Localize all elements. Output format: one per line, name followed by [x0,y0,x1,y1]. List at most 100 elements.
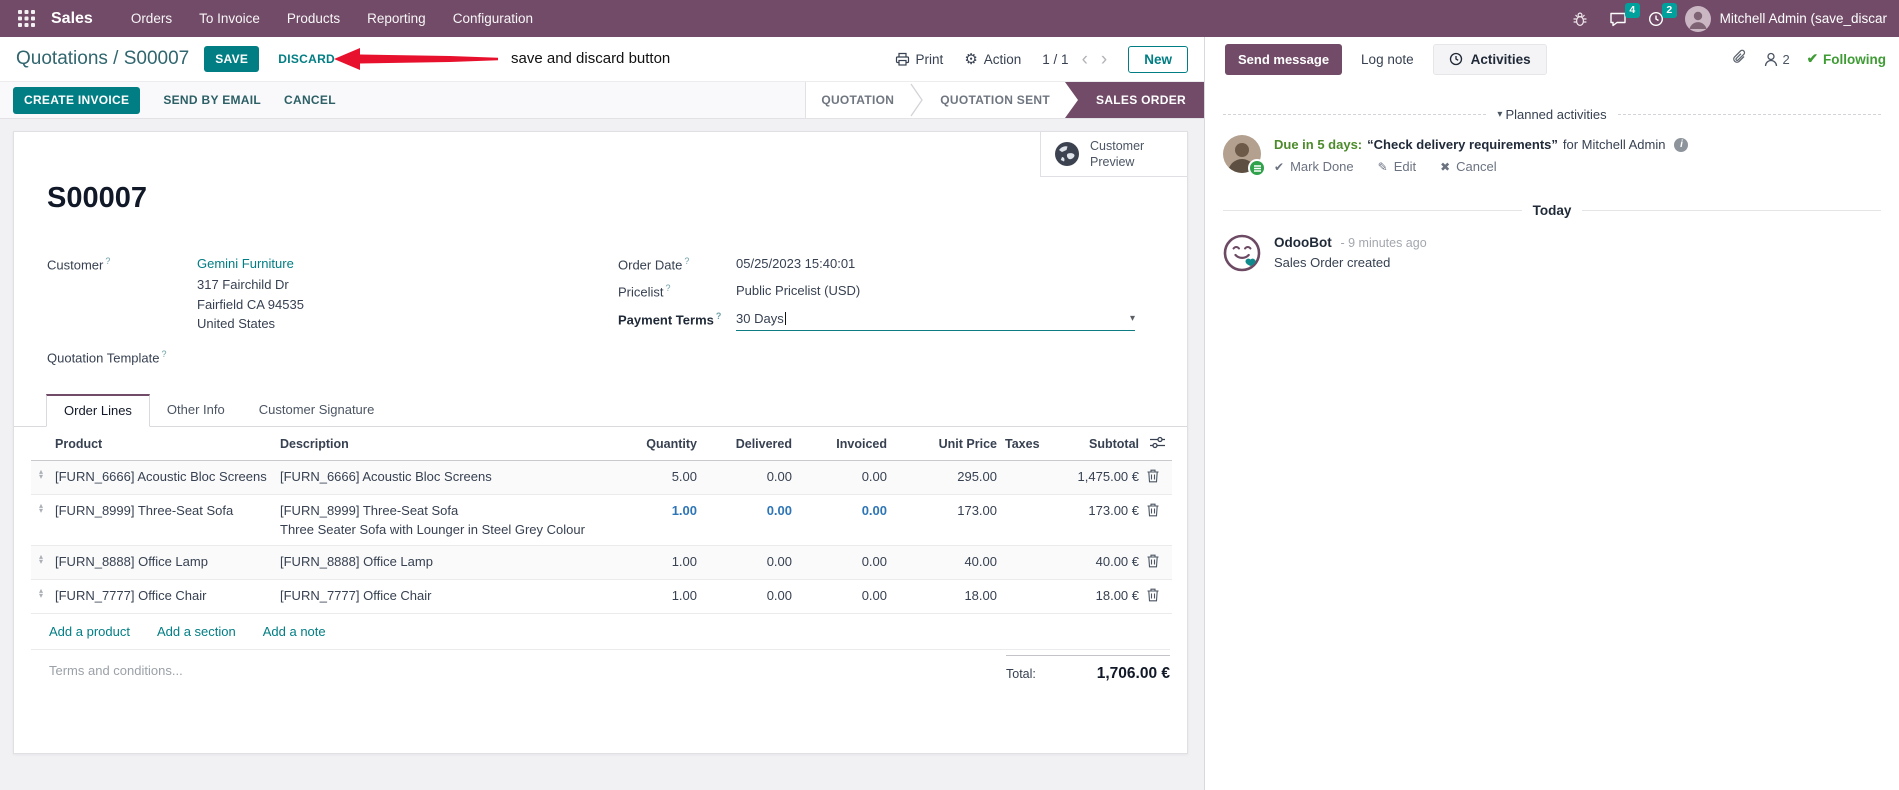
discard-button[interactable]: DISCARD [278,52,335,66]
chevron-down-icon[interactable]: ▾ [1130,313,1135,324]
new-button[interactable]: New [1128,45,1188,73]
cell-description[interactable]: [FURN_7777] Office Chair [276,579,596,614]
print-button[interactable]: Print [895,52,943,67]
info-icon[interactable]: i [1674,137,1689,152]
planned-activities-header[interactable]: ▾ Planned activities [1223,107,1881,122]
tab-customer-signature[interactable]: Customer Signature [242,394,392,426]
app-name[interactable]: Sales [51,10,93,28]
cell-quantity[interactable]: 1.00 [596,579,701,614]
cell-taxes[interactable] [1001,545,1056,580]
cell-unit-price[interactable]: 40.00 [891,545,1001,580]
drag-handle-icon[interactable]: ▴ ▾ [31,460,51,495]
cell-unit-price[interactable]: 295.00 [891,460,1001,495]
menu-reporting[interactable]: Reporting [367,11,426,26]
cell-unit-price[interactable]: 18.00 [891,579,1001,614]
apps-grid-icon[interactable] [10,10,43,27]
drag-handle-icon[interactable]: ▴ ▾ [31,494,51,546]
edit-activity-button[interactable]: ✎ Edit [1378,159,1416,174]
step-quotation[interactable]: QUOTATION [806,82,909,118]
debug-bug-icon[interactable] [1572,11,1588,27]
cell-quantity[interactable]: 1.00 [596,545,701,580]
cell-taxes[interactable] [1001,494,1056,546]
col-product[interactable]: Product [51,427,276,461]
action-button[interactable]: ⚙ Action [964,52,1021,67]
cell-product[interactable]: [FURN_6666] Acoustic Bloc Screens [51,460,276,495]
user-menu[interactable]: Mitchell Admin (save_discar [1684,5,1887,32]
trash-icon[interactable] [1147,469,1159,483]
message-author[interactable]: OdooBot [1274,235,1332,250]
terms-placeholder[interactable]: Terms and conditions... [49,663,183,678]
tab-other-info[interactable]: Other Info [150,394,242,426]
cell-delivered[interactable]: 0.00 [701,545,796,580]
order-date-value[interactable]: 05/25/2023 15:40:01 [736,256,855,272]
payment-terms-input[interactable]: 30 Days ▾ [736,311,1135,331]
menu-to-invoice[interactable]: To Invoice [199,11,260,26]
add-product-link[interactable]: Add a product [49,624,130,639]
step-quotation-sent[interactable]: QUOTATION SENT [925,82,1065,118]
customer-link[interactable]: Gemini Furniture [197,256,294,271]
cell-description[interactable]: [FURN_6666] Acoustic Bloc Screens [276,460,596,495]
help-marker: ? [105,256,111,266]
cell-product[interactable]: [FURN_7777] Office Chair [51,579,276,614]
trash-icon[interactable] [1147,503,1159,517]
cancel-activity-button[interactable]: ✖ Cancel [1440,159,1497,174]
col-subtotal[interactable]: Subtotal [1056,427,1143,461]
followers-button[interactable]: 2 [1764,52,1790,67]
add-section-link[interactable]: Add a section [157,624,236,639]
cell-delivered[interactable]: 0.00 [701,579,796,614]
activities-button[interactable]: Activities [1432,43,1547,75]
cell-invoiced[interactable]: 0.00 [796,545,891,580]
delete-line-button[interactable] [1143,460,1172,495]
send-message-button[interactable]: Send message [1225,43,1343,75]
following-button[interactable]: ✔ Following [1807,51,1886,67]
col-invoiced[interactable]: Invoiced [796,427,891,461]
pricelist-value[interactable]: Public Pricelist (USD) [736,283,860,299]
col-taxes[interactable]: Taxes [1001,427,1056,461]
cell-taxes[interactable] [1001,579,1056,614]
optional-columns-icon[interactable] [1143,427,1172,461]
cell-delivered[interactable]: 0.00 [701,494,796,546]
create-invoice-button[interactable]: CREATE INVOICE [13,86,141,114]
delete-line-button[interactable] [1143,579,1172,614]
step-sales-order[interactable]: SALES ORDER [1065,82,1204,118]
trash-icon[interactable] [1147,588,1159,602]
save-button[interactable]: SAVE [204,46,260,72]
cancel-order-button[interactable]: CANCEL [284,93,336,107]
col-unit-price[interactable]: Unit Price [891,427,1001,461]
col-delivered[interactable]: Delivered [701,427,796,461]
drag-handle-icon[interactable]: ▴ ▾ [31,545,51,580]
cell-description[interactable]: [FURN_8888] Office Lamp [276,545,596,580]
activity-clock-icon[interactable]: 2 [1648,2,1677,27]
breadcrumb[interactable]: Quotations / S00007 [16,48,189,70]
cell-invoiced[interactable]: 0.00 [796,460,891,495]
menu-configuration[interactable]: Configuration [453,11,533,26]
cell-product[interactable]: [FURN_8999] Three-Seat Sofa [51,494,276,546]
delete-line-button[interactable] [1143,545,1172,580]
delete-line-button[interactable] [1143,494,1172,546]
cell-invoiced[interactable]: 0.00 [796,494,891,546]
customer-preview-button[interactable]: Customer Preview [1040,132,1187,177]
pager-next-icon[interactable]: › [1101,50,1107,69]
menu-orders[interactable]: Orders [131,11,172,26]
col-description[interactable]: Description [276,427,596,461]
cell-description[interactable]: [FURN_8999] Three-Seat Sofa Three Seater … [276,494,596,546]
pager-prev-icon[interactable]: ‹ [1082,50,1088,69]
cell-quantity[interactable]: 5.00 [596,460,701,495]
trash-icon[interactable] [1147,554,1159,568]
add-note-link[interactable]: Add a note [263,624,326,639]
messages-icon[interactable]: 4 [1609,2,1640,27]
cell-unit-price[interactable]: 173.00 [891,494,1001,546]
menu-products[interactable]: Products [287,11,340,26]
cell-invoiced[interactable]: 0.00 [796,579,891,614]
cell-taxes[interactable] [1001,460,1056,495]
mark-done-button[interactable]: ✔ Mark Done [1274,159,1354,174]
tab-order-lines[interactable]: Order Lines [46,394,150,427]
col-quantity[interactable]: Quantity [596,427,701,461]
log-note-button[interactable]: Log note [1361,52,1414,67]
cell-delivered[interactable]: 0.00 [701,460,796,495]
attachment-button[interactable] [1732,49,1747,70]
drag-handle-icon[interactable]: ▴ ▾ [31,579,51,614]
cell-quantity[interactable]: 1.00 [596,494,701,546]
send-by-email-button[interactable]: SEND BY EMAIL [163,93,261,107]
cell-product[interactable]: [FURN_8888] Office Lamp [51,545,276,580]
